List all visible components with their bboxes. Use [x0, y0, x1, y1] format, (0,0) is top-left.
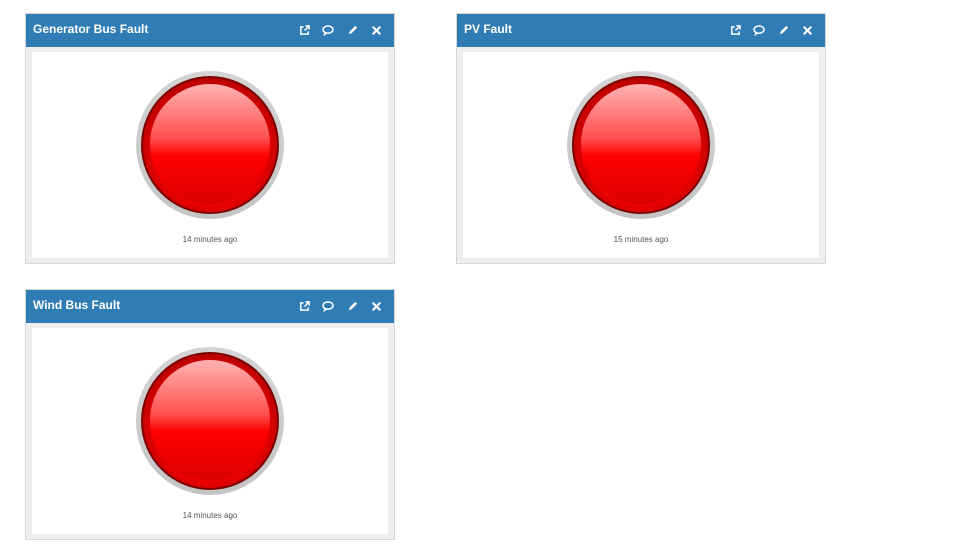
fault-indicator-light	[135, 346, 285, 496]
fault-indicator-light	[135, 70, 285, 220]
widget-wind-bus-fault: Wind Bus Fault 14 minutes ago	[25, 289, 395, 540]
widget-header: Wind Bus Fault	[26, 290, 394, 323]
comment-icon[interactable]	[320, 298, 336, 314]
close-icon[interactable]	[799, 22, 815, 38]
close-icon[interactable]	[368, 22, 384, 38]
widget-tools	[288, 298, 384, 314]
dashboard-canvas: Generator Bus Fault 14 minutes ago PV Fa…	[0, 0, 977, 548]
close-icon[interactable]	[368, 298, 384, 314]
last-updated-timestamp: 15 minutes ago	[613, 235, 669, 244]
widget-title: PV Fault	[464, 22, 513, 36]
widget-header: Generator Bus Fault	[26, 14, 394, 47]
last-updated-timestamp: 14 minutes ago	[182, 511, 238, 520]
widget-tools	[288, 22, 384, 38]
external-link-icon[interactable]	[296, 298, 312, 314]
widget-body: 14 minutes ago	[32, 52, 388, 258]
external-link-icon[interactable]	[727, 22, 743, 38]
external-link-icon[interactable]	[296, 22, 312, 38]
comment-icon[interactable]	[751, 22, 767, 38]
last-updated-timestamp: 14 minutes ago	[182, 235, 238, 244]
widget-title: Generator Bus Fault	[33, 22, 149, 36]
widget-header: PV Fault	[457, 14, 825, 47]
edit-pencil-icon[interactable]	[775, 22, 791, 38]
edit-pencil-icon[interactable]	[344, 298, 360, 314]
edit-pencil-icon[interactable]	[344, 22, 360, 38]
widget-title: Wind Bus Fault	[33, 298, 121, 312]
widget-generator-bus-fault: Generator Bus Fault 14 minutes ago	[25, 13, 395, 264]
widget-body: 15 minutes ago	[463, 52, 819, 258]
widget-pv-fault: PV Fault 15 minutes ago	[456, 13, 826, 264]
comment-icon[interactable]	[320, 22, 336, 38]
fault-indicator-light	[566, 70, 716, 220]
widget-body: 14 minutes ago	[32, 328, 388, 534]
widget-tools	[719, 22, 815, 38]
